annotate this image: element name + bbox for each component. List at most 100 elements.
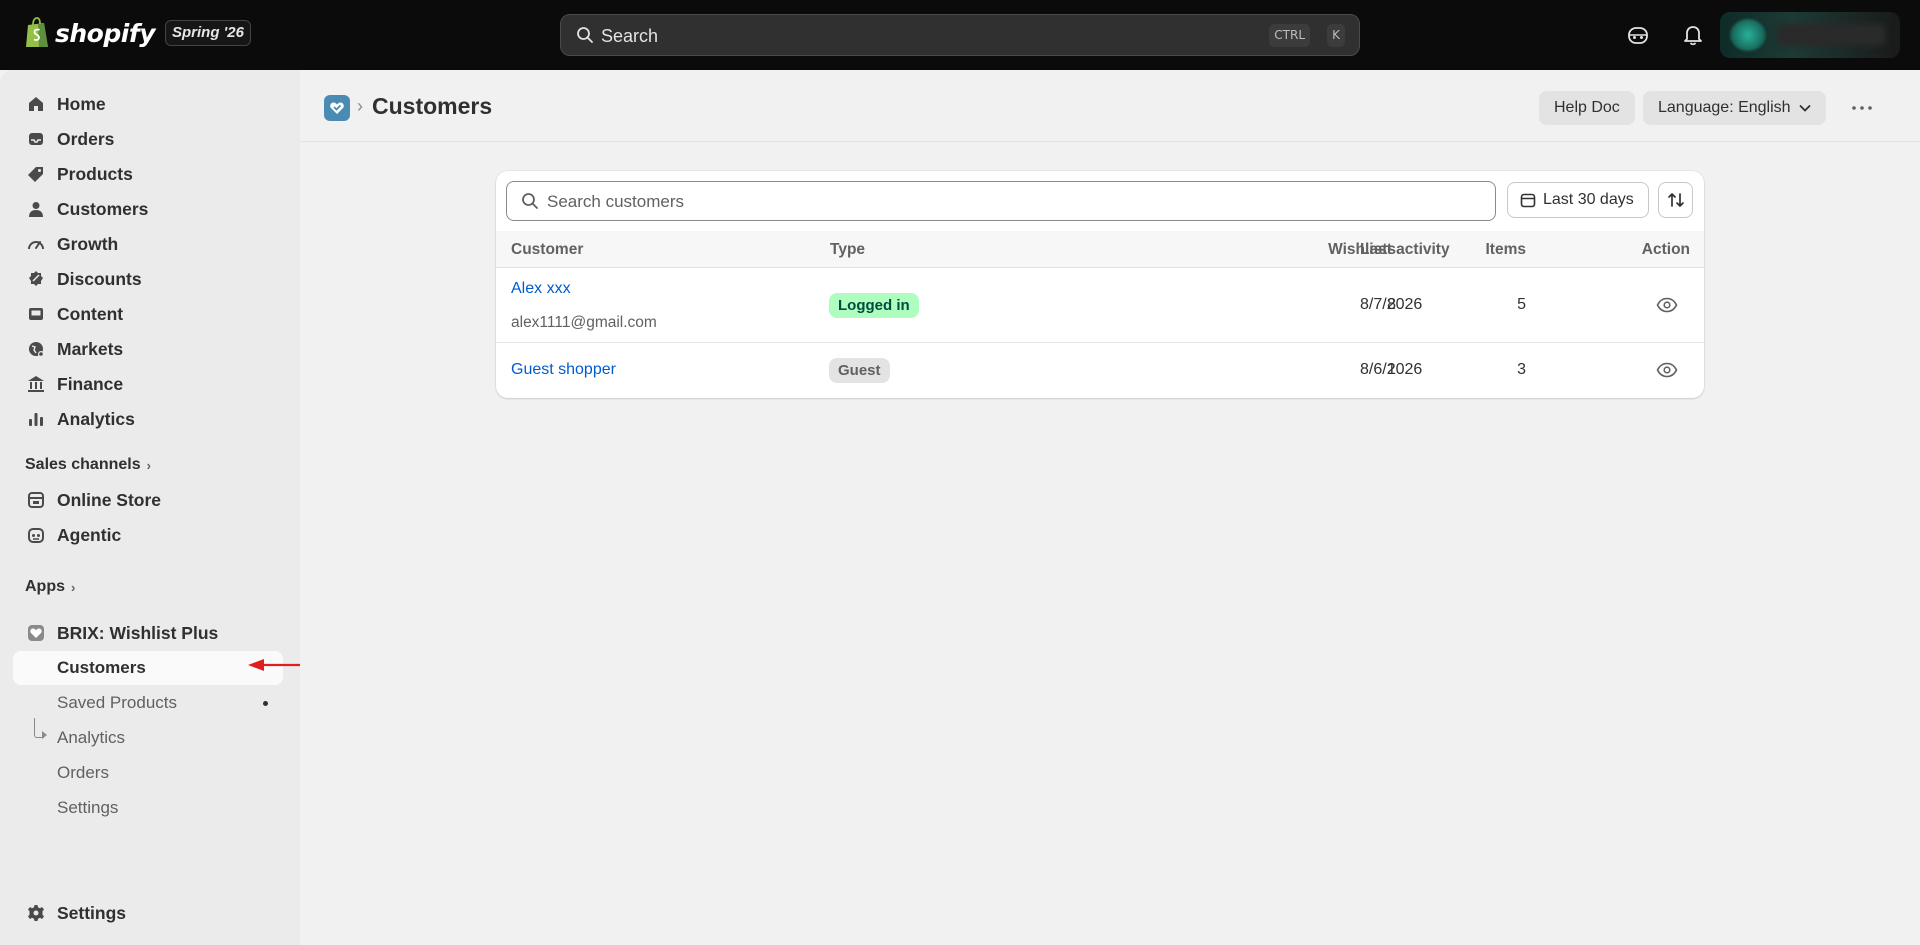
bell-icon	[1684, 26, 1702, 46]
sidebar-item-analytics[interactable]: Analytics	[14, 403, 282, 435]
shopify-bag-icon	[26, 17, 48, 47]
tag-icon	[26, 164, 46, 184]
apps-heading[interactable]: Apps ›	[25, 578, 75, 596]
wishlist-app-icon	[26, 623, 46, 643]
help-doc-button[interactable]: Help Doc	[1539, 91, 1635, 125]
page-header: › Customers Help Doc Language: English	[300, 70, 1920, 142]
sidebar-item-label: Markets	[57, 338, 124, 359]
sidebar-item-label: Online Store	[57, 489, 162, 510]
date-range-button[interactable]: Last 30 days	[1507, 182, 1649, 218]
sidebar-subitem-customers[interactable]: Customers	[13, 651, 283, 685]
shortcut-k-key: K	[1327, 24, 1345, 47]
gauge-icon	[26, 234, 46, 254]
sidebar-subitem-settings[interactable]: Settings	[57, 798, 118, 818]
sidebar-item-label: Settings	[57, 902, 127, 923]
sidebar-item-label: Products	[57, 163, 133, 184]
app-pin-dot	[263, 701, 268, 706]
page-title: Customers	[372, 93, 493, 119]
globe-icon	[26, 339, 46, 359]
apps-label: Apps	[25, 578, 65, 595]
column-header-action: Action	[1641, 241, 1690, 258]
customer-name-link[interactable]: Alex xxx	[511, 280, 571, 298]
language-label: Language: English	[1658, 99, 1791, 116]
sort-button[interactable]	[1658, 182, 1693, 218]
brand-name: shopify	[55, 18, 156, 48]
account-menu[interactable]	[1720, 12, 1900, 58]
sidebar-item-products[interactable]: Products	[14, 158, 282, 190]
more-actions-button[interactable]	[1848, 96, 1876, 120]
customer-name-link[interactable]: Guest shopper	[511, 361, 616, 379]
sidebar-item-content[interactable]: Content	[14, 298, 282, 330]
sales-channels-label: Sales channels	[25, 456, 141, 473]
search-icon	[522, 193, 538, 209]
sidebar-subitem-analytics[interactable]: Analytics	[57, 728, 125, 748]
sidebar-item-orders[interactable]: Orders	[14, 123, 282, 155]
sidebar-item-finance[interactable]: Finance	[14, 368, 282, 400]
column-header-type[interactable]: Type	[830, 241, 865, 259]
view-eye-icon[interactable]	[1656, 297, 1678, 313]
breadcrumb-chevron-icon: ›	[357, 96, 363, 116]
customer-search-input[interactable]: Search customers	[506, 181, 1496, 221]
sidebar-item-discounts[interactable]: Discounts	[14, 263, 282, 295]
column-header-customer[interactable]: Customer	[511, 241, 583, 259]
robot-icon	[26, 525, 46, 545]
store-icon	[26, 490, 46, 510]
table-header: Customer Type Wishlists Items Last activ…	[496, 231, 1704, 268]
column-header-last-activity[interactable]: Last activity	[1360, 241, 1450, 259]
sidebar-item-markets[interactable]: Markets	[14, 333, 282, 365]
home-icon	[26, 94, 46, 114]
sidebar-app-brix-wishlist[interactable]: BRIX: Wishlist Plus	[14, 617, 282, 649]
notifications-button[interactable]	[1679, 21, 1707, 49]
avatar	[1730, 19, 1766, 51]
sidebar-item-label: Home	[57, 93, 106, 114]
wishlist-app-icon[interactable]	[324, 95, 350, 121]
last-activity-date: 8/7/2026	[1360, 296, 1423, 313]
last-activity-date: 8/6/2026	[1360, 361, 1423, 378]
sidebar-item-agentic[interactable]: Agentic	[14, 519, 282, 551]
edition-badge[interactable]: Spring '26	[165, 20, 251, 46]
sidebar-item-home[interactable]: Home	[14, 88, 282, 120]
sidekick-icon	[1628, 27, 1648, 44]
table-row: Guest shopper Guest 1 3 8/6/2026	[496, 343, 1704, 398]
status-badge: Guest	[829, 358, 890, 383]
sales-channels-heading[interactable]: Sales channels ›	[25, 456, 151, 474]
sidebar-item-label: Customers	[57, 198, 149, 219]
search-label: Search	[601, 26, 659, 46]
bank-icon	[26, 374, 46, 394]
customers-card: Search customers Last 30 days Customer T…	[496, 171, 1704, 398]
sidebar-item-label: Content	[57, 303, 124, 324]
inbox-icon	[26, 129, 46, 149]
ellipsis-icon	[1852, 106, 1872, 110]
chevron-right-icon: ›	[71, 579, 76, 595]
tree-arrow-icon	[42, 731, 47, 739]
language-select[interactable]: Language: English	[1643, 91, 1826, 125]
sidebar-item-label: Analytics	[57, 408, 135, 429]
sort-icon	[1667, 193, 1684, 207]
search-placeholder: Search customers	[547, 192, 684, 211]
main-content: › Customers Help Doc Language: English S…	[300, 70, 1920, 945]
discount-icon	[26, 269, 46, 289]
gear-icon	[26, 903, 46, 923]
view-eye-icon[interactable]	[1656, 362, 1678, 378]
sidebar-item-settings[interactable]: Settings	[14, 897, 282, 929]
sidebar-item-label: Finance	[57, 373, 124, 394]
search-icon	[577, 27, 593, 43]
sidebar-subitem-saved-products[interactable]: Saved Products	[57, 693, 177, 713]
person-icon	[26, 199, 46, 219]
sidekick-button[interactable]	[1624, 21, 1652, 49]
shopify-logo[interactable]: shopify Spring '26	[24, 17, 251, 49]
sidebar: Home Orders Products Customers Growth Di…	[0, 70, 300, 945]
sidebar-item-label: Discounts	[57, 268, 142, 289]
bar-chart-icon	[26, 409, 46, 429]
sidebar-item-label: BRIX: Wishlist Plus	[57, 622, 219, 643]
help-doc-label: Help Doc	[1554, 99, 1620, 116]
chevron-down-icon	[1798, 104, 1811, 112]
sidebar-item-growth[interactable]: Growth	[14, 228, 282, 260]
chevron-right-icon: ›	[146, 457, 151, 473]
sidebar-item-online-store[interactable]: Online Store	[14, 484, 282, 516]
global-search[interactable]: Search CTRL K	[560, 14, 1360, 56]
sidebar-subitem-orders[interactable]: Orders	[57, 763, 109, 783]
sidebar-item-label: Orders	[57, 128, 115, 149]
sidebar-item-label: Growth	[57, 233, 119, 254]
sidebar-item-customers[interactable]: Customers	[14, 193, 282, 225]
